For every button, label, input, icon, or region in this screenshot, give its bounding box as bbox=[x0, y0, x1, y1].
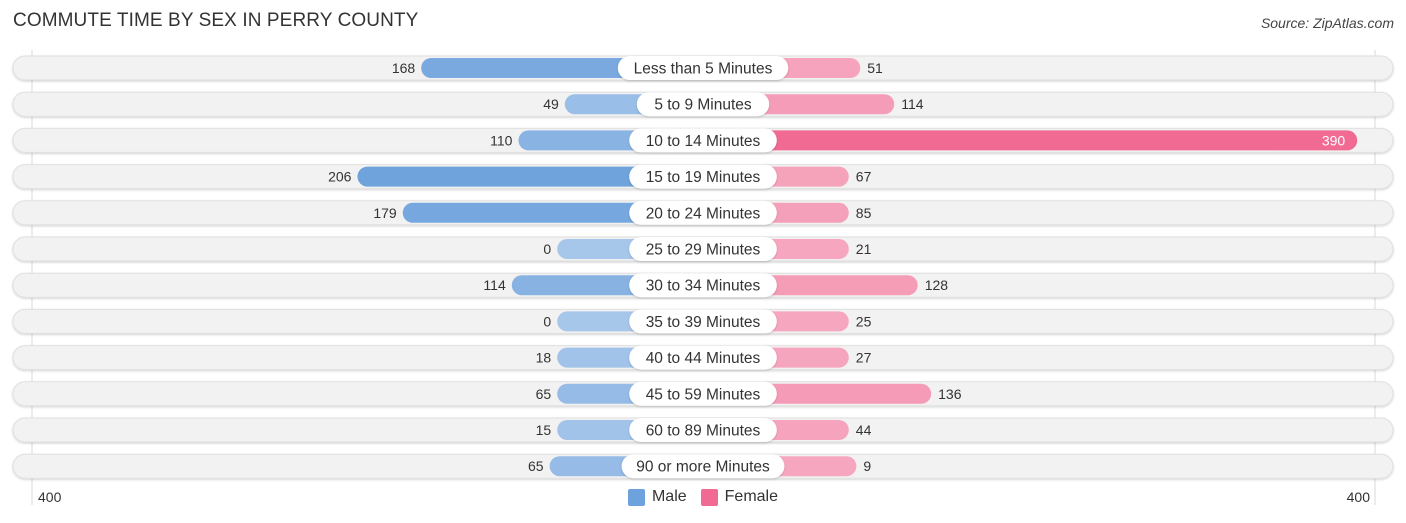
row-8[interactable]: 18 27 40 to 44 Minutes bbox=[12, 345, 1394, 371]
legend-label-female: Female bbox=[724, 488, 779, 505]
value-label-male: 49 bbox=[543, 96, 559, 112]
value-label-male: 206 bbox=[328, 169, 352, 185]
value-label-male: 18 bbox=[536, 350, 552, 366]
value-label-male: 110 bbox=[490, 132, 513, 148]
legend-item-male[interactable]: Male bbox=[627, 488, 687, 506]
value-label-male: 65 bbox=[528, 458, 544, 474]
row-11[interactable]: 65 9 90 or more Minutes bbox=[12, 453, 1394, 479]
value-label-male: 15 bbox=[536, 422, 552, 438]
category-label: 40 to 44 Minutes bbox=[646, 350, 761, 367]
value-label-male: 0 bbox=[543, 313, 551, 329]
value-label-female: 136 bbox=[938, 386, 962, 402]
value-label-female: 25 bbox=[856, 313, 872, 329]
value-label-female: 44 bbox=[856, 422, 872, 438]
value-label-male: 179 bbox=[373, 205, 397, 221]
row-7[interactable]: 0 25 35 to 39 Minutes bbox=[12, 308, 1394, 334]
value-label-male: 65 bbox=[536, 386, 552, 402]
value-label-male: 114 bbox=[483, 277, 506, 293]
legend-item-female[interactable]: Female bbox=[700, 488, 779, 506]
category-label: 20 to 24 Minutes bbox=[646, 205, 761, 222]
row-10[interactable]: 15 44 60 to 89 Minutes bbox=[12, 417, 1394, 443]
value-label-female: 27 bbox=[856, 350, 872, 366]
legend-swatch-female bbox=[700, 488, 718, 506]
row-5[interactable]: 0 21 25 to 29 Minutes bbox=[12, 236, 1394, 262]
category-label: 45 to 59 Minutes bbox=[646, 386, 761, 403]
row-6[interactable]: 114 128 30 to 34 Minutes bbox=[12, 272, 1394, 298]
value-label-female: 128 bbox=[925, 277, 949, 293]
value-label-male: 168 bbox=[392, 60, 416, 76]
category-label: 90 or more Minutes bbox=[636, 459, 770, 476]
row-4[interactable]: 179 85 20 to 24 Minutes bbox=[12, 200, 1394, 226]
value-label-female: 51 bbox=[867, 60, 883, 76]
legend-swatch-male bbox=[627, 488, 645, 506]
category-label: 15 to 19 Minutes bbox=[646, 169, 761, 186]
category-label: 35 to 39 Minutes bbox=[646, 314, 761, 331]
row-9[interactable]: 65 136 45 to 59 Minutes bbox=[12, 381, 1394, 407]
row-1[interactable]: 49 114 5 to 9 Minutes bbox=[12, 91, 1394, 117]
legend: Male Female bbox=[0, 488, 1406, 506]
category-label: 25 to 29 Minutes bbox=[646, 242, 761, 259]
value-label-female: 67 bbox=[856, 169, 872, 185]
category-label: Less than 5 Minutes bbox=[634, 61, 773, 78]
value-label-female: 114 bbox=[901, 96, 924, 112]
value-label-female: 85 bbox=[856, 205, 872, 221]
category-label: 30 to 34 Minutes bbox=[646, 278, 761, 295]
value-label-male: 0 bbox=[543, 241, 551, 257]
category-label: 5 to 9 Minutes bbox=[654, 97, 752, 114]
chart-canvas: 168 51 Less than 5 Minutes 49 114 5 to 9 Minu… bbox=[12, 50, 1394, 505]
bar-female bbox=[703, 130, 1358, 151]
value-label-female: 9 bbox=[863, 458, 871, 474]
row-3[interactable]: 206 67 15 to 19 Minutes bbox=[12, 164, 1394, 190]
value-label-female: 21 bbox=[856, 241, 872, 257]
row-0[interactable]: 168 51 Less than 5 Minutes bbox=[12, 55, 1394, 81]
category-label: 60 to 89 Minutes bbox=[646, 423, 761, 440]
value-label-female: 390 bbox=[1322, 132, 1346, 148]
legend-label-male: Male bbox=[651, 488, 687, 505]
row-2[interactable]: 110 390 10 to 14 Minutes bbox=[12, 127, 1394, 153]
category-label: 10 to 14 Minutes bbox=[646, 133, 761, 150]
